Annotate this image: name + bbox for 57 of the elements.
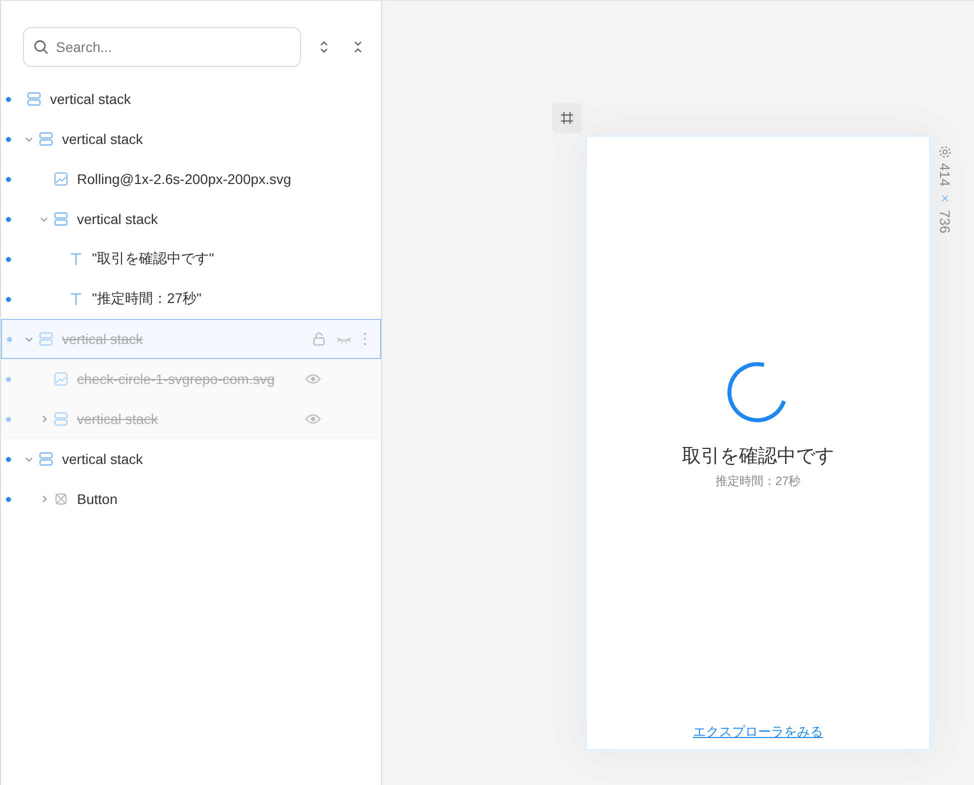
layer-name: vertical stack [77, 411, 158, 427]
stack-icon [53, 211, 69, 227]
collapse-icon [353, 40, 363, 54]
layer-row[interactable]: Button [1, 479, 381, 519]
unlock-icon[interactable] [312, 332, 326, 346]
more-icon[interactable] [362, 332, 368, 346]
layer-row[interactable]: vertical stack [1, 79, 381, 119]
layer-row[interactable]: vertical stack [1, 439, 381, 479]
layer-name: "推定時間：27秒" [92, 290, 202, 308]
stack-icon [38, 131, 54, 147]
image-icon [53, 371, 69, 387]
status-dot [6, 256, 11, 262]
layer-name: vertical stack [62, 131, 143, 147]
estimated-time: 推定時間：27秒 [715, 473, 801, 490]
stack-icon [38, 451, 54, 467]
expand-icon [319, 40, 329, 54]
layer-row[interactable]: "取引を確認中です" [1, 239, 381, 279]
layer-row[interactable]: Rolling@1x-2.6s-200px-200px.svg [1, 159, 381, 199]
status-dot [6, 416, 11, 422]
layer-name: vertical stack [62, 451, 143, 467]
layer-name: Button [77, 491, 118, 507]
text-icon [68, 291, 84, 307]
frame-tool-button[interactable] [552, 103, 582, 133]
component-icon [53, 491, 69, 507]
status-dot [6, 456, 11, 462]
layer-name: Rolling@1x-2.6s-200px-200px.svg [77, 171, 292, 187]
frame-height: 736 [937, 210, 953, 234]
settings-icon[interactable] [938, 145, 952, 159]
stack-icon [38, 331, 54, 347]
status-dot [6, 136, 11, 142]
status-dot [6, 376, 11, 382]
status-title: 取引を確認中です [682, 445, 834, 469]
status-dot [6, 176, 11, 182]
eye-icon[interactable] [305, 373, 321, 385]
frame-icon [560, 111, 574, 125]
status-dot [6, 496, 11, 502]
layer-name: check-circle-1-svgrepo-com.svg [77, 371, 275, 387]
layer-row[interactable]: vertical stack [1, 119, 381, 159]
layer-row[interactable]: vertical stack [1, 199, 381, 239]
frame-width: 414 [937, 163, 953, 186]
stack-icon [53, 411, 69, 427]
stack-icon [26, 91, 42, 107]
status-dot [6, 296, 11, 302]
status-dot [6, 96, 11, 102]
size-separator: × [937, 190, 953, 206]
eye-icon[interactable] [305, 413, 321, 425]
explorer-link[interactable]: エクスプローラをみる [693, 723, 823, 741]
search-field[interactable]: Search... [23, 27, 301, 67]
status-dot [7, 336, 12, 342]
layer-name: vertical stack [50, 91, 131, 107]
layer-row[interactable]: "推定時間：27秒" [1, 279, 381, 319]
text-icon [68, 251, 84, 267]
status-dot [6, 216, 11, 222]
layer-name: vertical stack [62, 331, 143, 347]
image-icon [53, 171, 69, 187]
layer-name: vertical stack [77, 211, 158, 227]
layer-name: "取引を確認中です" [92, 250, 214, 268]
